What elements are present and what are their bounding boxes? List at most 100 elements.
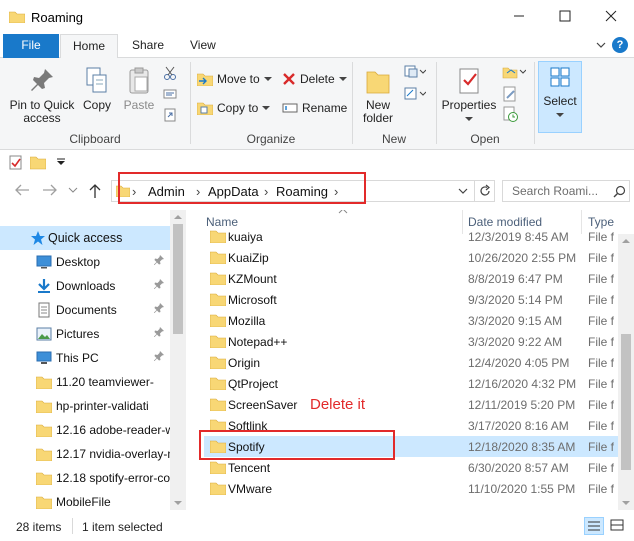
file-type: File f [588,250,615,265]
sidebar-item-11-20-teamviewer[interactable]: 11.20 teamviewer- [0,370,170,394]
properties-check-icon[interactable] [9,154,23,170]
file-name: Microsoft [228,292,277,307]
table-row[interactable]: kuaiya 12/3/2019 8:45 AM File f [204,226,618,247]
delete-label: Delete [300,72,335,86]
sidebar-item-12-17-nvidia-overlay-n[interactable]: 12.17 nvidia-overlay-n [0,442,170,466]
tab-share[interactable]: Share [120,34,176,58]
table-row[interactable]: QtProject 12/16/2020 4:32 PM File f [204,373,618,394]
new-folder-icon[interactable] [30,154,46,170]
address-history-chevron-icon[interactable] [458,188,468,195]
up-arrow-icon[interactable] [88,183,102,199]
scroll-up-icon[interactable] [622,238,630,244]
table-row[interactable]: ScreenSaver 12/11/2019 5:20 PM File f [204,394,618,415]
recent-locations-icon[interactable] [68,186,78,194]
copy-icon [86,67,107,93]
copy-to-button[interactable]: Copy to [197,101,271,115]
scissors-icon[interactable] [163,66,177,80]
refresh-icon[interactable] [478,184,492,198]
table-row[interactable]: VMware 11/10/2020 1:55 PM File f [204,478,618,499]
select-button[interactable]: Select [538,61,582,133]
scroll-up-icon[interactable] [174,214,182,220]
folder-icon [209,398,227,412]
file-type: File f [588,313,615,328]
nav-scroll-thumb[interactable] [173,224,183,334]
table-row[interactable]: KZMount 8/8/2019 6:47 PM File f [204,268,618,289]
scroll-down-icon[interactable] [174,500,182,506]
pin-icon[interactable] [153,279,164,292]
sidebar-item-label: hp-printer-validati [56,399,149,413]
sidebar-item-label: Pictures [56,327,100,341]
search-input[interactable]: Search Roami... [502,180,630,202]
ribbon-tabs: File Home Share View ? [0,34,634,59]
downloads-icon [36,278,52,294]
help-icon[interactable]: ? [612,37,628,53]
file-date-modified: 3/17/2020 8:16 AM [468,418,569,433]
table-row[interactable]: Origin 12/4/2020 4:05 PM File f [204,352,618,373]
folder-icon [209,293,227,307]
open-icon[interactable] [502,64,526,80]
file-name: QtProject [228,376,279,391]
nav-scrollbar[interactable] [170,210,186,510]
new-folder-button[interactable]: New folder [358,66,398,125]
table-row[interactable]: Mozilla 3/3/2020 9:15 AM File f [204,310,618,331]
maximize-button[interactable] [542,0,588,32]
table-row[interactable]: Tencent 6/30/2020 8:57 AM File f [204,457,618,478]
paste-shortcut-icon[interactable] [163,108,177,122]
file-list-scrollbar[interactable] [618,234,634,510]
sidebar-item-12-18-spotify-error-co[interactable]: 12.18 spotify-error-co [0,466,170,490]
customize-qat-icon[interactable] [56,158,66,166]
paste-button[interactable]: Paste [120,66,158,112]
sidebar-item-hp-printer-validati[interactable]: hp-printer-validati [0,394,170,418]
folder-icon [36,470,52,486]
details-view-button[interactable] [584,517,604,535]
file-scroll-thumb[interactable] [621,334,631,470]
sidebar-item-downloads[interactable]: Downloads [0,274,170,298]
copy-button[interactable]: Copy [80,66,114,112]
dropdown-arrow-icon [263,77,272,81]
file-date-modified: 12/18/2020 8:35 AM [468,439,576,454]
move-to-button[interactable]: Move to [197,72,272,86]
pin-icon[interactable] [153,255,164,268]
sidebar-item-label: This PC [56,351,99,365]
sidebar-item-quick-access[interactable]: Quick access [0,226,170,250]
sidebar-item-12-16-adobe-reader-w[interactable]: 12.16 adobe-reader-w [0,418,170,442]
sidebar-item-this-pc[interactable]: This PC [0,346,170,370]
sidebar-item-mobilefile[interactable]: MobileFile [0,490,170,510]
copy-path-icon[interactable] [163,88,177,100]
tab-view[interactable]: View [178,34,228,58]
properties-button[interactable]: Properties [440,66,498,125]
tab-home[interactable]: Home [60,34,119,59]
new-item-icon[interactable] [404,64,426,80]
new-folder-label-line2: folder [362,111,394,125]
table-row[interactable]: Notepad++ 3/3/2020 9:22 AM File f [204,331,618,352]
pin-icon[interactable] [153,303,164,316]
table-row[interactable]: Microsoft 9/3/2020 5:14 PM File f [204,289,618,310]
close-button[interactable] [588,0,634,32]
easy-access-icon[interactable] [404,86,426,102]
table-row[interactable]: KuaiZip 10/26/2020 2:55 PM File f [204,247,618,268]
forward-arrow-icon[interactable] [42,183,58,197]
tab-file[interactable]: File [3,34,59,58]
minimize-button[interactable] [496,0,542,32]
sidebar-item-desktop[interactable]: Desktop [0,250,170,274]
select-grid-icon [550,67,570,87]
back-arrow-icon[interactable] [14,183,30,197]
pin-to-quick-access-button[interactable]: Pin to Quick access [6,66,78,125]
folder-icon [209,377,227,391]
delete-button[interactable]: Delete [282,72,347,86]
annotation-text: Delete it [310,396,366,413]
large-icons-view-button[interactable] [608,517,628,535]
file-date-modified: 12/3/2019 8:45 AM [468,229,569,244]
pin-icon[interactable] [153,351,164,364]
sidebar-item-pictures[interactable]: Pictures [0,322,170,346]
sidebar-item-documents[interactable]: Documents [0,298,170,322]
history-icon[interactable] [502,106,518,122]
folder-icon [209,335,227,349]
scroll-down-icon[interactable] [622,500,630,506]
file-type: File f [588,460,615,475]
rename-button[interactable]: Rename [282,101,347,115]
pin-icon[interactable] [153,327,164,340]
sidebar-item-label: 12.18 spotify-error-co [56,471,170,485]
edit-icon[interactable] [502,86,518,102]
chevron-down-icon[interactable] [596,40,606,50]
